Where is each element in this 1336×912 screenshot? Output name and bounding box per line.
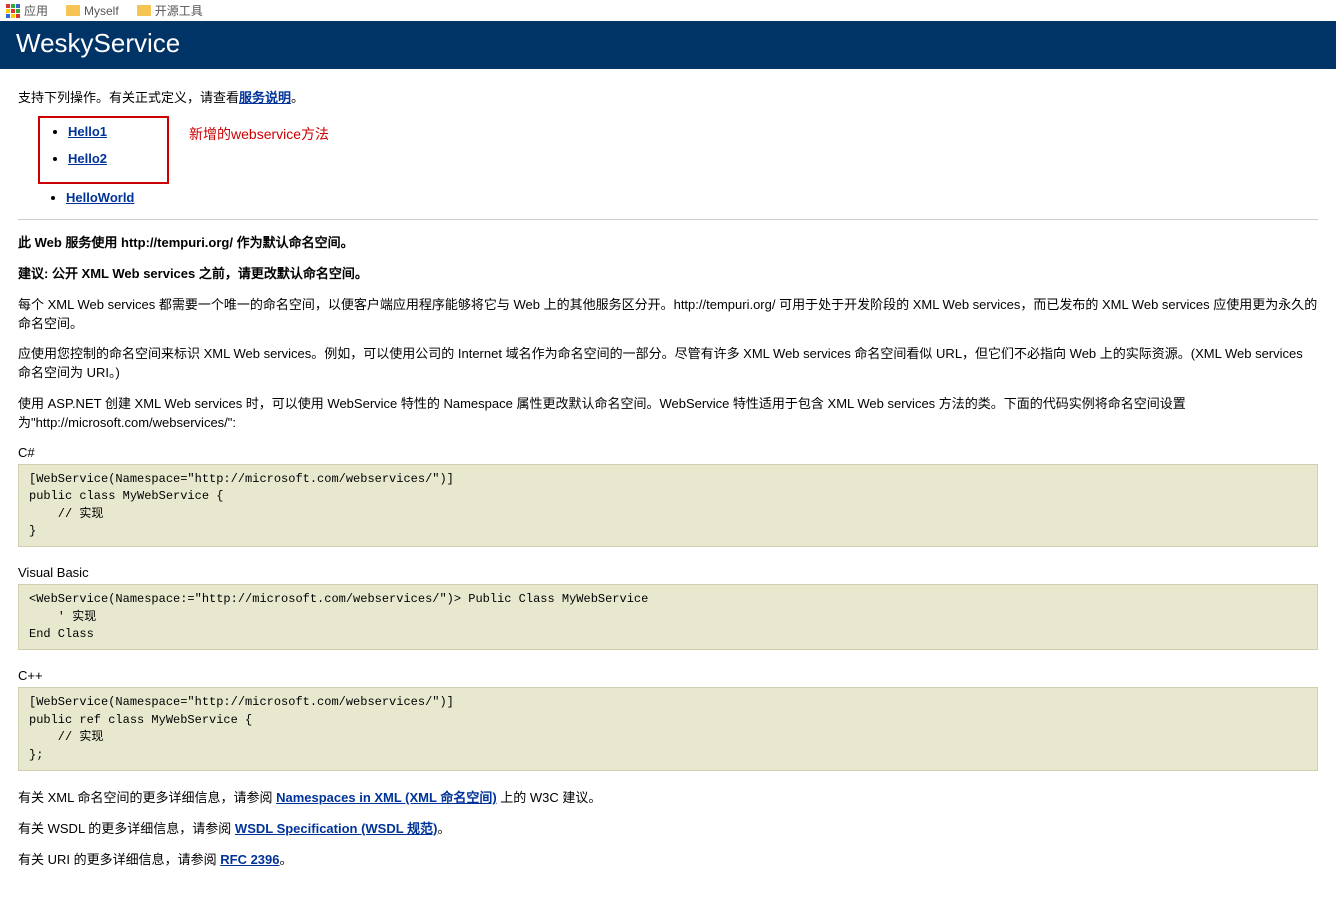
rfc2396-link[interactable]: RFC 2396 [220,852,279,867]
annotation-note: 新增的webservice方法 [189,116,329,144]
intro-pre: 支持下列操作。有关正式定义，请查看 [18,90,239,105]
method-item: Hello2 [68,151,107,166]
methods-area: Hello1 Hello2 新增的webservice方法 [18,116,1318,184]
namespaces-xml-link[interactable]: Namespaces in XML (XML 命名空间) [276,790,497,805]
footer-line-2: 有关 WSDL 的更多详细信息，请参阅 WSDL Specification (… [18,820,1318,839]
code-label-vb: Visual Basic [18,565,1318,580]
divider [18,219,1318,220]
namespace-recommend-text: 建议: 公开 XML Web services 之前，请更改默认命名空间。 [18,265,1318,284]
bookmark-myself[interactable]: Myself [66,4,119,18]
method-link-helloworld[interactable]: HelloWorld [66,190,134,205]
method-item: HelloWorld [66,190,1318,205]
namespace-explain-3: 使用 ASP.NET 创建 XML Web services 时，可以使用 We… [18,395,1318,433]
intro-text: 支持下列操作。有关正式定义，请查看服务说明。 [18,87,1318,106]
footer-line-3: 有关 URI 的更多详细信息，请参阅 RFC 2396。 [18,851,1318,870]
apps-label: 应用 [24,2,48,19]
code-cpp: [WebService(Namespace="http://microsoft.… [18,687,1318,771]
footer-line-1: 有关 XML 命名空间的更多详细信息，请参阅 Namespaces in XML… [18,789,1318,808]
page-title-bar: WeskyService [0,21,1336,69]
namespace-default-text: 此 Web 服务使用 http://tempuri.org/ 作为默认命名空间。 [18,234,1318,253]
apps-icon [6,4,20,18]
method-link-hello1[interactable]: Hello1 [68,124,107,139]
page-title: WeskyService [16,28,1320,59]
wsdl-spec-link[interactable]: WSDL Specification (WSDL 规范) [235,821,437,836]
code-label-csharp: C# [18,445,1318,460]
folder-icon [66,5,80,16]
method-item: Hello1 [68,124,107,139]
intro-post: 。 [291,90,304,105]
code-vb: <WebService(Namespace:="http://microsoft… [18,584,1318,650]
code-csharp: [WebService(Namespace="http://microsoft.… [18,464,1318,548]
method-link-hello2[interactable]: Hello2 [68,151,107,166]
namespace-explain-2: 应使用您控制的命名空间来标识 XML Web services。例如，可以使用公… [18,345,1318,383]
bookmark-opensource[interactable]: 开源工具 [137,2,203,19]
bookmark-label: 开源工具 [155,2,203,19]
apps-shortcut[interactable]: 应用 [6,2,48,19]
folder-icon [137,5,151,16]
new-methods-box: Hello1 Hello2 [38,116,169,184]
service-description-link[interactable]: 服务说明 [239,90,291,105]
bookmark-bar: 应用 Myself 开源工具 [0,0,1336,21]
bookmark-label: Myself [84,4,119,18]
namespace-explain-1: 每个 XML Web services 都需要一个唯一的命名空间，以便客户端应用… [18,296,1318,334]
content-area: 支持下列操作。有关正式定义，请查看服务说明。 Hello1 Hello2 新增的… [0,69,1336,912]
code-label-cpp: C++ [18,668,1318,683]
